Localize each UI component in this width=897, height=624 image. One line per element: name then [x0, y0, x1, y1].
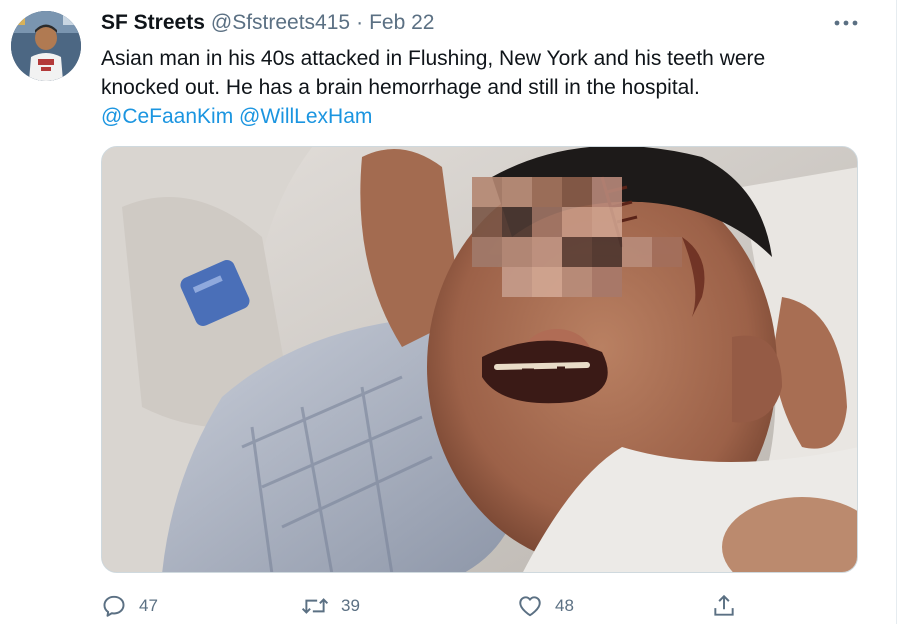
- avatar[interactable]: [11, 11, 81, 81]
- tweet-header: SF Streets @Sfstreets415 · Feb 22: [101, 10, 434, 36]
- tweet-text-line: knocked out. He has a brain hemorrhage a…: [101, 76, 700, 99]
- reply-icon: [103, 595, 125, 617]
- reply-button[interactable]: 47: [101, 592, 158, 620]
- tweet-media-photo[interactable]: [101, 146, 858, 573]
- more-options-button[interactable]: [832, 14, 860, 32]
- author-handle[interactable]: @Sfstreets415: [211, 11, 350, 35]
- photo-image: [102, 147, 857, 572]
- mention-link[interactable]: @WillLexHam: [239, 105, 372, 128]
- tweet-mentions: @CeFaanKim @WillLexHam: [101, 102, 861, 131]
- separator: ·: [356, 11, 364, 34]
- tweet[interactable]: SF Streets @Sfstreets415 · Feb 22 Asian …: [0, 0, 897, 624]
- retweet-button[interactable]: 39: [301, 592, 360, 620]
- tweet-text-line: Asian man in his 40s attacked in Flushin…: [101, 47, 766, 70]
- more-horizontal-icon: [834, 20, 858, 26]
- tweet-actions: 47 39 48: [101, 592, 861, 620]
- share-icon: [714, 594, 734, 616]
- tweet-date[interactable]: Feb 22: [369, 11, 434, 35]
- mention-link[interactable]: @CeFaanKim: [101, 105, 233, 128]
- author-name[interactable]: SF Streets: [101, 11, 205, 35]
- tweet-text: Asian man in his 40s attacked in Flushin…: [101, 44, 861, 131]
- share-button[interactable]: [711, 592, 737, 620]
- retweet-count: 39: [341, 596, 360, 615]
- like-button[interactable]: 48: [517, 592, 574, 620]
- reply-count: 47: [139, 596, 158, 615]
- retweet-icon: [301, 598, 329, 614]
- heart-icon: [519, 596, 541, 617]
- like-count: 48: [555, 596, 574, 615]
- avatar-image: [11, 11, 81, 81]
